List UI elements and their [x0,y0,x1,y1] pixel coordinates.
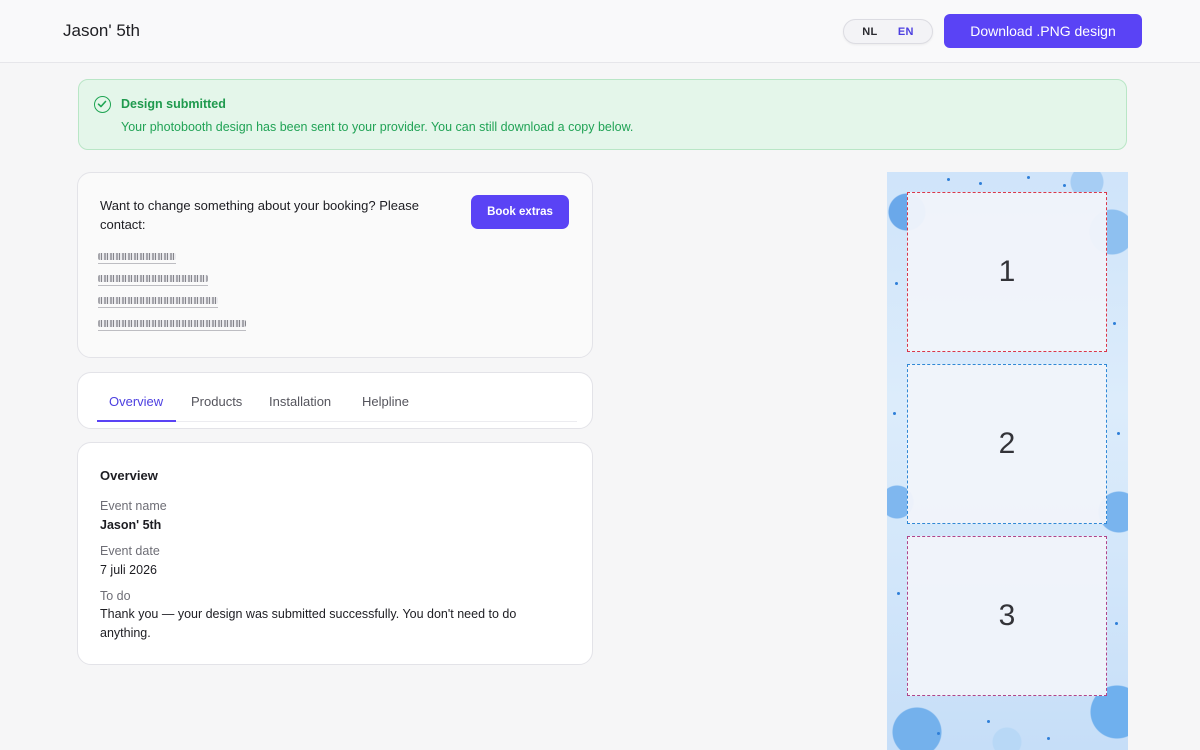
event-date-label: Event date [100,544,160,558]
tab-installation[interactable]: Installation [269,394,331,409]
redacted-contact-email [98,297,218,308]
language-toggle[interactable]: NL EN [843,19,933,44]
download-png-button[interactable]: Download .PNG design [944,14,1142,48]
alert-message: Your photobooth design has been sent to … [121,120,634,134]
tabs-card: Overview Products Installation Helpline [77,372,593,429]
contact-text: Want to change something about your book… [100,198,419,232]
todo-value: Thank you — your design was submitted su… [100,607,517,640]
event-name-value: Jason' 5th [100,518,162,532]
event-date-value: 7 juli 2026 [100,563,157,577]
tab-products[interactable]: Products [191,394,242,409]
photo-strip-preview: 1 2 3 [887,172,1128,750]
tab-helpline[interactable]: Helpline [362,394,409,409]
active-tab-indicator [97,420,176,422]
overview-card: Overview Event name Jason' 5th Event dat… [77,442,593,665]
check-circle-icon [94,96,111,113]
top-bar: Jason' 5th NL EN Download .PNG design [0,0,1200,63]
lang-en-button[interactable]: EN [898,26,914,38]
lang-nl-button[interactable]: NL [862,26,877,38]
todo-label: To do [100,589,131,603]
alert-title: Design submitted [121,97,226,111]
success-alert: Design submitted Your photobooth design … [78,79,1127,150]
page-title: Jason' 5th [63,21,140,40]
redacted-contact-address [98,320,246,331]
photo-frame-3[interactable]: 3 [907,536,1107,696]
book-extras-button[interactable]: Book extras [471,195,569,229]
overview-heading: Overview [100,468,158,483]
photo-frame-1[interactable]: 1 [907,192,1107,352]
photo-frame-2[interactable]: 2 [907,364,1107,524]
redacted-contact-phone [98,275,208,286]
event-name-label: Event name [100,499,167,513]
contact-card: Want to change something about your book… [77,172,593,358]
redacted-contact-name [98,253,176,264]
tab-overview[interactable]: Overview [109,394,163,409]
